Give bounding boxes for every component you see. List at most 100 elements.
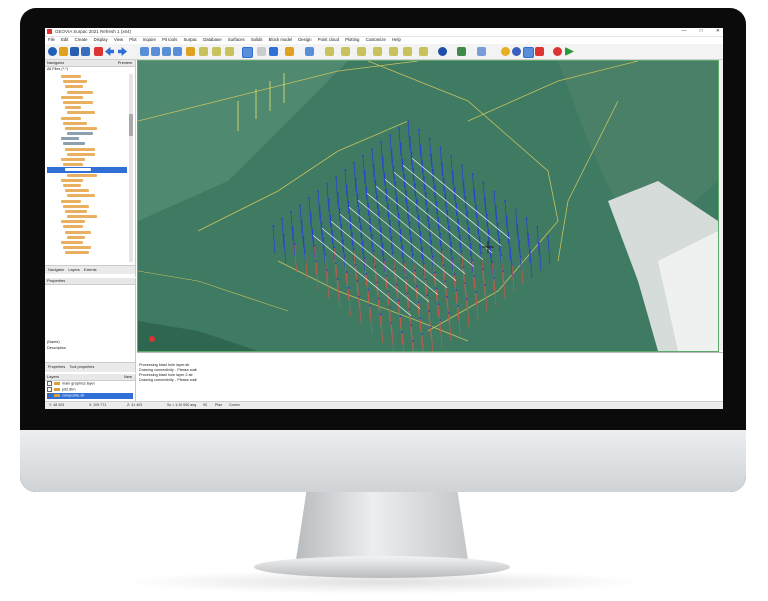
blast-hole-collar: [437, 303, 440, 306]
menu-design[interactable]: Design: [298, 37, 311, 42]
maximize-button[interactable]: □: [700, 28, 703, 34]
print-icon[interactable]: [81, 47, 90, 56]
menu-inquire[interactable]: Inquire: [143, 37, 156, 42]
tab-tool-properties[interactable]: Tool properties: [69, 365, 94, 369]
rotate-icon[interactable]: [162, 47, 171, 56]
polyline-icon[interactable]: [341, 47, 350, 56]
grid-plot-icon[interactable]: [305, 47, 314, 56]
info-icon[interactable]: [438, 47, 447, 56]
menu-edit[interactable]: Edit: [61, 37, 68, 42]
arc-icon[interactable]: [389, 47, 398, 56]
scroll-thumb[interactable]: [129, 114, 133, 136]
menu-pit-tools[interactable]: Pit tools: [162, 37, 177, 42]
blast-hole-collar: [428, 224, 431, 226]
status-angle: 90: [203, 403, 207, 407]
menu-database[interactable]: Database: [203, 37, 221, 42]
blast-hole-collar: [426, 208, 429, 210]
shade-icon[interactable]: [523, 47, 534, 58]
console-line: Drawing connectivity - Please wait: [139, 368, 197, 372]
blast-hole-collar: [412, 253, 415, 256]
new-layer-button[interactable]: New: [124, 374, 132, 380]
menu-surpac[interactable]: Surpac: [183, 37, 197, 42]
view-icon[interactable]: [151, 47, 160, 56]
light-icon[interactable]: [501, 47, 510, 56]
layer-item[interactable]: pit2.dtm: [47, 387, 133, 393]
menu-help[interactable]: Help: [392, 37, 401, 42]
blast-hole-collar: [527, 233, 530, 236]
blast-hole-collar: [399, 315, 402, 318]
redo-icon[interactable]: [118, 47, 127, 56]
tab-extents[interactable]: Extents: [84, 268, 97, 272]
blast-hole-collar: [459, 234, 461, 237]
blast-hole-collar: [423, 262, 425, 265]
curve-icon[interactable]: [373, 47, 382, 56]
blast-hole-collar: [441, 162, 443, 165]
blast-hole-collar: [457, 305, 459, 307]
select-icon[interactable]: [173, 47, 182, 56]
measure-icon[interactable]: [225, 47, 234, 56]
globe-icon[interactable]: [48, 47, 57, 56]
segment-icon[interactable]: [357, 47, 366, 56]
select-arrow-icon[interactable]: [257, 47, 266, 56]
menu-plotting[interactable]: Plotting: [345, 37, 359, 42]
file-filter[interactable]: All Files (*.*): [47, 67, 68, 71]
crosshair-icon[interactable]: [269, 47, 278, 56]
pan-icon[interactable]: [212, 47, 221, 56]
menu-solids[interactable]: Solids: [251, 37, 263, 42]
3d-graphics-viewport[interactable]: [137, 60, 719, 352]
save-icon[interactable]: [70, 47, 79, 56]
blast-hole-collar: [453, 187, 456, 189]
record-icon[interactable]: [553, 47, 562, 56]
tree-row[interactable]: [47, 250, 127, 255]
settings-icon[interactable]: [457, 47, 466, 56]
blast-hole-collar: [398, 127, 400, 129]
undo-icon[interactable]: [105, 47, 114, 56]
layer-item[interactable]: main graphics layer: [47, 381, 133, 387]
blast-hole-collar: [322, 237, 325, 240]
menu-file[interactable]: File: [48, 37, 55, 42]
menu-block-model[interactable]: Block model: [269, 37, 292, 42]
menu-view[interactable]: View: [114, 37, 123, 42]
blast-hole-collar: [450, 155, 452, 158]
menu-point-cloud[interactable]: Point cloud: [318, 37, 339, 42]
menu-create[interactable]: Create: [75, 37, 88, 42]
minimize-button[interactable]: —: [682, 28, 687, 34]
menu-plot[interactable]: Plot: [129, 37, 136, 42]
menu-surfaces[interactable]: Surfaces: [228, 37, 245, 42]
blast-hole-collar: [358, 295, 361, 298]
app-logo-icon: [47, 29, 52, 34]
blast-hole-collar: [529, 249, 531, 251]
brush-icon[interactable]: [477, 47, 486, 56]
layers-icon[interactable]: [140, 47, 149, 56]
tab-properties[interactable]: Properties: [48, 365, 65, 369]
blast-hole-collar: [335, 176, 337, 178]
grid-icon[interactable]: [94, 47, 103, 56]
drape-icon[interactable]: [285, 47, 294, 56]
blast-hole-collar: [430, 239, 433, 242]
close-button[interactable]: ✕: [716, 28, 720, 34]
file-tree[interactable]: [47, 74, 127, 259]
tab-layers[interactable]: Layers: [68, 268, 79, 272]
viewport-canvas[interactable]: [138, 61, 718, 351]
layer-item-selected[interactable]: composite.str: [47, 393, 133, 399]
view-toggle-icon[interactable]: [242, 47, 253, 58]
angle-icon[interactable]: [419, 47, 428, 56]
blast-hole-collar: [439, 232, 442, 235]
play-icon[interactable]: [565, 47, 574, 56]
navigator-scrollbar[interactable]: [129, 74, 133, 262]
blast-hole-collar: [410, 238, 413, 240]
sphere-icon[interactable]: [512, 47, 521, 56]
slope-icon[interactable]: [403, 47, 412, 56]
cursor-icon[interactable]: [186, 47, 195, 56]
erase-icon[interactable]: [535, 47, 544, 56]
blast-hole-collar: [315, 260, 317, 263]
status-units: Comm: [229, 403, 240, 407]
menu-display[interactable]: Display: [94, 37, 108, 42]
line-tool-icon[interactable]: [325, 47, 334, 56]
menu-customize[interactable]: Customize: [366, 37, 386, 42]
zoom-icon[interactable]: [199, 47, 208, 56]
open-icon[interactable]: [59, 47, 68, 56]
tab-navigator[interactable]: Navigator: [48, 268, 64, 272]
console-line: Processing blast hole layer.str: [139, 363, 190, 367]
preview-toggle[interactable]: Preview: [118, 60, 132, 66]
